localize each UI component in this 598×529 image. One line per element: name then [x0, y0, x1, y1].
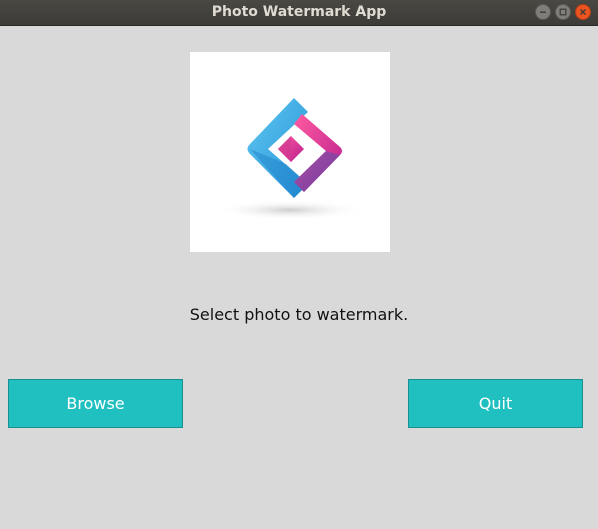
browse-button[interactable]: Browse [8, 379, 183, 428]
instruction-text: Select photo to watermark. [189, 305, 409, 324]
main-content: Select photo to watermark. Browse Quit [0, 26, 598, 529]
maximize-icon [559, 8, 567, 16]
logo-image [190, 52, 390, 252]
maximize-button[interactable] [555, 4, 571, 20]
minimize-button[interactable] [535, 4, 551, 20]
window-title: Photo Watermark App [211, 4, 387, 20]
title-bar[interactable]: Photo Watermark App [0, 0, 598, 26]
minimize-icon [540, 11, 546, 13]
app-window: Photo Watermark App Select photo to wate… [0, 0, 598, 529]
quit-button[interactable]: Quit [408, 379, 583, 428]
app-logo-diamond-icon [215, 98, 365, 220]
close-button[interactable] [575, 4, 591, 20]
close-icon [580, 9, 586, 15]
